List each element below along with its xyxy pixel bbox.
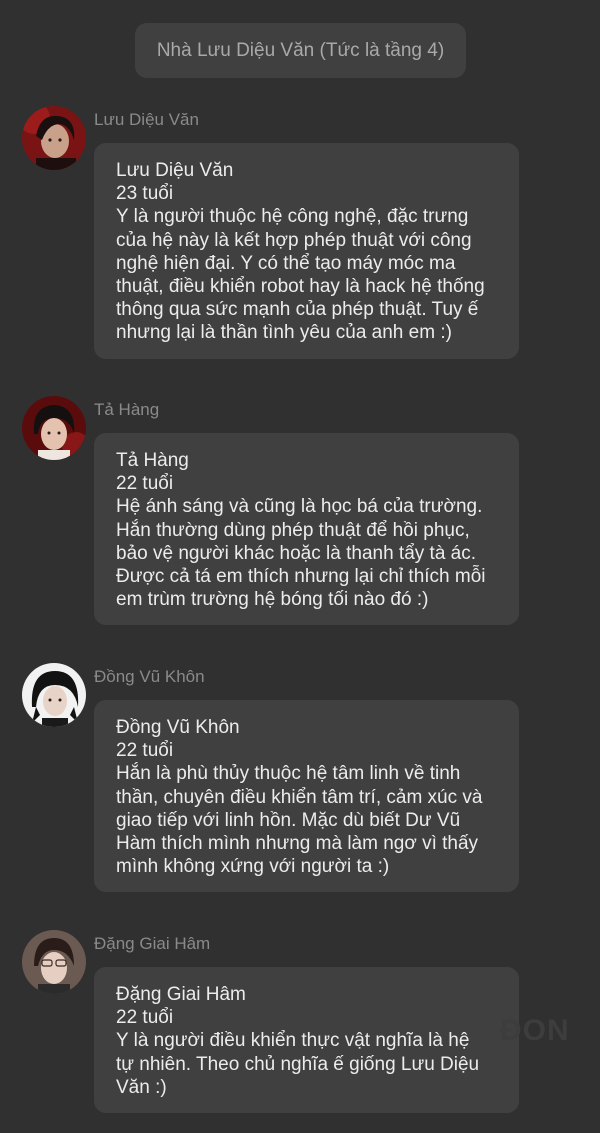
description-line: Được cả tá em thích nhưng lại chỉ thích … xyxy=(116,566,486,588)
character-age: 22 tuổi xyxy=(116,740,174,762)
description-line: giao tiếp với linh hồn. Mặc dù biết Dư V… xyxy=(116,809,461,831)
avatar-image xyxy=(22,663,86,727)
watermark: ĐON xyxy=(500,1014,570,1047)
description-line: Văn :) xyxy=(116,1076,167,1098)
avatar[interactable] xyxy=(22,663,86,727)
description-line: thông qua sức mạnh của phép thuật. Tuy ế xyxy=(116,299,479,321)
message-bubble: Đặng Giai Hâm 22 tuổi Y là người điều kh… xyxy=(94,967,519,1114)
description-line: Hắn thường dùng phép thuật để hồi phục, xyxy=(116,519,470,541)
avatar-image xyxy=(22,930,86,994)
description-line: nghệ hiện đại. Y có thể tạo máy móc ma xyxy=(116,252,456,274)
description-line: Hắn là phù thủy thuộc hệ tâm linh về tin… xyxy=(116,763,461,785)
character-name: Lưu Diệu Văn xyxy=(116,160,234,181)
message-bubble: Đồng Vũ Khôn 22 tuổi Hắn là phù thủy thu… xyxy=(94,700,519,893)
character-name: Đồng Vũ Khôn xyxy=(116,717,240,738)
message-bubble: Tả Hàng 22 tuổi Hệ ánh sáng và cũng là h… xyxy=(94,433,519,626)
sender-name: Đặng Giai Hâm xyxy=(94,934,211,953)
avatar[interactable] xyxy=(22,930,86,994)
description-line: Y là người thuộc hệ công nghệ, đặc trưng xyxy=(116,206,469,228)
description-line: tự nhiên. Theo chủ nghĩa ế giống Lưu Diệ… xyxy=(116,1053,480,1075)
description-line: nhưng lại là thần tình yêu của anh em :) xyxy=(116,322,452,344)
character-age: 22 tuổi xyxy=(116,473,174,495)
character-age: 23 tuổi xyxy=(116,183,174,205)
sender-name: Tả Hàng xyxy=(94,400,160,419)
room-title: Nhà Lưu Diệu Văn (Tức là tầng 4) xyxy=(156,39,445,61)
description-line: thần, chuyên điều khiển tâm trí, cảm xúc… xyxy=(116,786,483,808)
avatar-image xyxy=(22,396,86,460)
room-title-pill: Nhà Lưu Diệu Văn (Tức là tầng 4) xyxy=(135,23,466,78)
description-line: mình không xứng với người ta :) xyxy=(116,856,390,878)
avatar-image xyxy=(22,106,86,170)
description-line: của hệ này là kết hợp phép thuật với côn… xyxy=(116,229,472,251)
description-line: thuật, điều khiển robot hay là hack hệ t… xyxy=(116,276,485,298)
description-line: em trùm trường hệ bóng tối nào đó :) xyxy=(116,589,429,611)
character-name: Đặng Giai Hâm xyxy=(116,984,246,1005)
description-line: Hệ ánh sáng và cũng là học bá của trường… xyxy=(116,496,483,518)
sender-name: Lưu Diệu Văn xyxy=(94,110,199,129)
avatar[interactable] xyxy=(22,396,86,460)
sender-name: Đồng Vũ Khôn xyxy=(94,667,205,686)
description-line: Y là người điều khiển thực vật nghĩa là … xyxy=(116,1030,470,1052)
character-name: Tả Hàng xyxy=(116,450,189,471)
message-bubble: Lưu Diệu Văn 23 tuổi Y là người thuộc hệ… xyxy=(94,143,519,359)
description-line: Hàm thích mình nhưng mà làm ngơ vì thấy xyxy=(116,833,479,855)
avatar[interactable] xyxy=(22,106,86,170)
character-age: 22 tuổi xyxy=(116,1007,174,1029)
description-line: bảo vệ người khác hoặc là thanh tẩy tà á… xyxy=(116,542,477,564)
